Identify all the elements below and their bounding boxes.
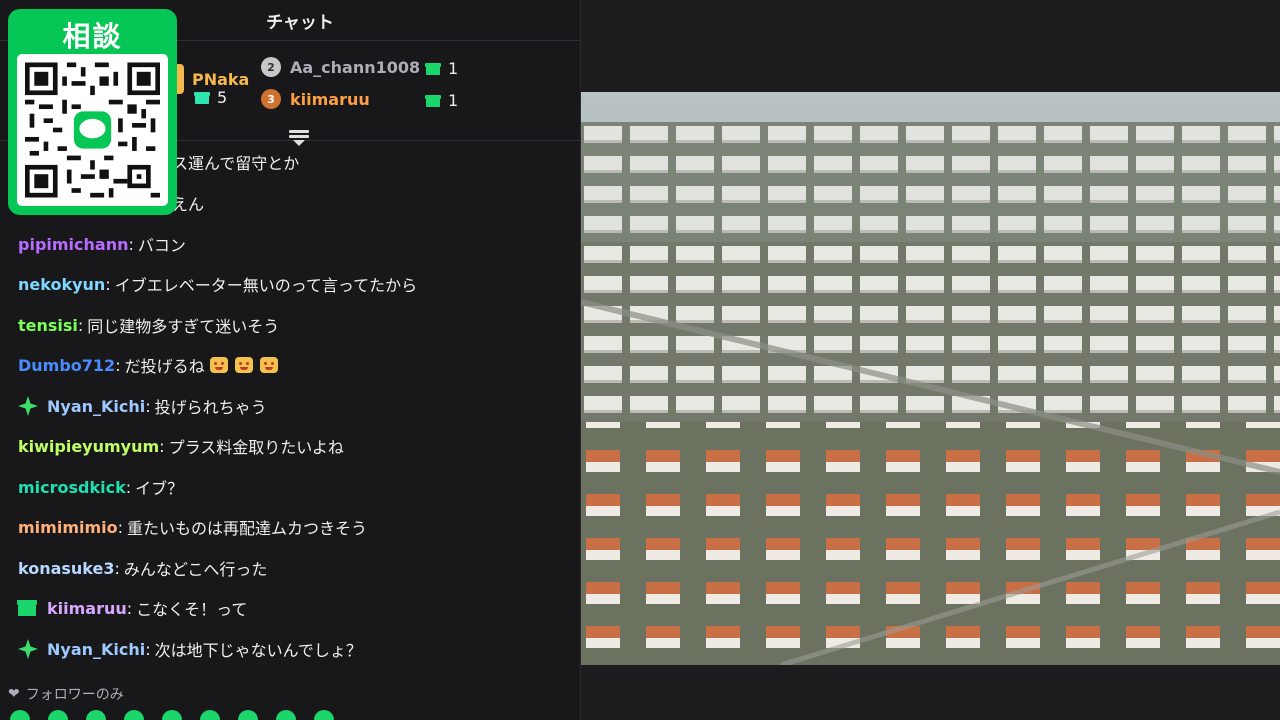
gift-count: 5: [217, 88, 228, 107]
chat-message: mimimimio: 重たいものは再配達ムカつきそう: [18, 515, 367, 539]
leaderboard-name: Aa_chann1008: [290, 57, 421, 77]
aerial-city-image[interactable]: [581, 92, 1280, 665]
message-text: イブエレベーター無いのって言ってたから: [114, 276, 418, 295]
gift-icon: [425, 94, 441, 107]
message-text: イブ？: [135, 479, 184, 498]
collapse-leaderboard-icon[interactable]: [289, 128, 309, 150]
message-text: プラス料金取りたいよね: [168, 438, 344, 457]
leaderboard-name: PNaka: [192, 69, 250, 89]
chat-message: kiimaruu: こなくそ！って: [17, 596, 248, 620]
leaderboard-gifts-1: 5: [194, 88, 228, 107]
message-username[interactable]: kiimaruu: [47, 599, 127, 618]
qr-code-icon: [25, 62, 160, 198]
chat-message: microsdkick: イブ？: [18, 475, 183, 499]
message-text: 投げられちゃう: [154, 398, 267, 417]
message-username[interactable]: nekokyun: [18, 275, 105, 294]
qr-code: [17, 54, 168, 206]
qr-card-title: 相談: [62, 20, 123, 53]
chat-message: Nyan_Kichi: 次は地下じゃないんでしょ？: [18, 637, 362, 661]
rank-2-badge-icon: 2: [261, 57, 281, 77]
heart-icon: ❤: [8, 686, 20, 702]
chat-message: ス運んで留守とか: [172, 150, 299, 174]
consultation-qr-card[interactable]: 相談: [8, 9, 177, 215]
message-username[interactable]: Nyan_Kichi: [47, 397, 145, 416]
cat-emote-icon: [209, 357, 228, 373]
leaderboard-name: kiimaruu: [290, 89, 370, 109]
cat-emote-icon: [259, 357, 278, 373]
gift-count: 1: [448, 91, 459, 110]
message-username[interactable]: mimimimio: [18, 518, 118, 537]
follower-only-notice: ❤ フォロワーのみ: [8, 684, 124, 704]
gift-count: 1: [448, 59, 459, 78]
follower-only-label: フォロワーのみ: [25, 687, 124, 703]
message-username[interactable]: pipimichann: [18, 235, 128, 254]
message-username[interactable]: tensisi: [18, 316, 78, 335]
gift-icon: [17, 600, 37, 616]
message-username[interactable]: microsdkick: [18, 478, 126, 497]
chat-message: nekokyun: イブエレベーター無いのって言ってたから: [18, 272, 417, 296]
message-username[interactable]: Nyan_Kichi: [47, 640, 145, 659]
chat-message: pipimichann: バコン: [18, 232, 186, 256]
cat-emote-icon: [234, 357, 253, 373]
leaderboard-entry-2[interactable]: 2 Aa_chann1008 1: [261, 57, 458, 78]
message-text: みんなどこへ行った: [123, 560, 268, 579]
leaderboard-entry-3[interactable]: 3 kiimaruu 1: [261, 89, 458, 110]
message-text: ス運んで留守とか: [172, 154, 300, 173]
message-text: 重たいものは再配達ムカつきそう: [127, 519, 368, 538]
sparkle-icon: [18, 396, 38, 416]
message-username[interactable]: kiwipieyumyum: [18, 437, 159, 456]
sparkle-icon: [18, 639, 38, 659]
chat-message: Nyan_Kichi: 投げられちゃう: [18, 394, 267, 418]
message-username[interactable]: Dumbo712: [18, 356, 115, 375]
message-text: 同じ建物多すぎて迷いそう: [87, 317, 280, 336]
video-panel: [581, 0, 1280, 720]
chat-message: konasuke3: みんなどこへ行った: [18, 556, 267, 580]
message-text: だ投げるね: [124, 357, 205, 376]
message-username[interactable]: konasuke3: [18, 559, 115, 578]
message-text: こなくそ！って: [136, 600, 248, 619]
rank-3-badge-icon: 3: [261, 89, 281, 109]
message-text: バコン: [137, 236, 186, 255]
chat-message: Dumbo712: だ投げるね: [18, 353, 278, 377]
emote-tray[interactable]: [10, 710, 570, 720]
message-text: 次は地下じゃないんでしょ？: [154, 641, 362, 660]
chat-message: tensisi: 同じ建物多すぎて迷いそう: [18, 313, 279, 337]
chat-message: kiwipieyumyum: プラス料金取りたいよね: [18, 434, 344, 458]
gift-icon: [425, 62, 441, 75]
gift-icon: [194, 91, 210, 104]
